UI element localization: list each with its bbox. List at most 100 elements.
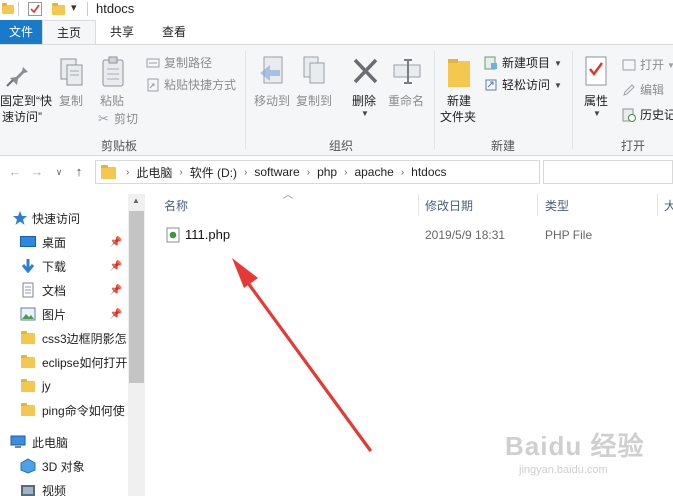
history-button[interactable]: 历史记 xyxy=(622,107,673,123)
breadcrumb-software[interactable]: software xyxy=(250,165,303,179)
column-size[interactable]: 大 xyxy=(664,196,673,216)
nav-item-label: ping命令如何使 xyxy=(42,403,125,418)
nav-this-pc[interactable]: 此电脑 xyxy=(0,430,128,454)
sort-ascending-icon: ︿ xyxy=(283,190,293,201)
easy-access-button[interactable]: 轻松访问 ▼ xyxy=(484,77,562,93)
annotation-arrow-shaft xyxy=(238,270,372,452)
column-separator[interactable] xyxy=(418,194,419,216)
cut-label: 剪切 xyxy=(114,112,139,126)
breadcrumb-apache[interactable]: apache xyxy=(350,165,397,179)
column-separator[interactable] xyxy=(657,194,658,216)
scroll-up-icon[interactable]: ▲ xyxy=(132,196,140,205)
open-icon xyxy=(622,59,636,71)
php-file-icon xyxy=(166,227,180,243)
customize-qat-icon[interactable]: ▾ xyxy=(71,1,77,14)
history-label: 历史记 xyxy=(640,108,673,122)
column-name[interactable]: 名称 xyxy=(164,196,188,216)
nav-quick-access-label: 快速访问 xyxy=(32,211,81,226)
paste-shortcut-label: 粘贴快捷方式 xyxy=(164,78,237,92)
column-date-modified[interactable]: 修改日期 xyxy=(425,196,473,216)
move-to-button[interactable] xyxy=(258,55,290,89)
copy-icon xyxy=(60,58,83,86)
breadcrumb-separator: › xyxy=(126,166,130,178)
forward-arrow-icon[interactable]: → xyxy=(28,163,46,181)
nav-item-pictures[interactable]: 图片 📌 xyxy=(0,302,128,326)
nav-item-desktop[interactable]: 桌面 📌 xyxy=(0,230,128,254)
edit-button[interactable]: 编辑 xyxy=(622,82,664,98)
nav-item-label: eclipse如何打开 xyxy=(42,355,128,370)
folder-icon xyxy=(20,330,36,346)
nav-item-folder[interactable]: css3边框阴影怎 xyxy=(0,326,128,350)
column-separator[interactable] xyxy=(537,194,538,216)
clipboard-group-label: 剪贴板 xyxy=(100,139,137,153)
paste-button[interactable] xyxy=(100,55,128,89)
title-bar: ▾ htdocs xyxy=(0,0,673,20)
nav-item-documents[interactable]: 文档 📌 xyxy=(0,278,128,302)
address-bar[interactable]: › 此电脑 › 软件 (D:) › software › php › apach… xyxy=(95,160,540,184)
open-button[interactable]: 打开 ▼ xyxy=(622,57,673,73)
copy-button[interactable] xyxy=(58,57,86,89)
search-input[interactable] xyxy=(543,160,673,184)
copy-label: 复制 xyxy=(59,94,84,108)
nav-quick-access[interactable]: 快速访问 xyxy=(0,206,128,230)
breadcrumb-separator: › xyxy=(344,166,348,178)
paste-shortcut-button[interactable]: 粘贴快捷方式 xyxy=(146,77,236,93)
breadcrumb-drive-d[interactable]: 软件 (D:) xyxy=(186,164,241,181)
cut-button[interactable]: ✂ 剪切 xyxy=(98,111,138,127)
open-group-label: 打开 xyxy=(620,139,645,153)
nav-item-label: 3D 对象 xyxy=(42,459,85,474)
breadcrumb-php[interactable]: php xyxy=(313,165,341,179)
nav-item-folder[interactable]: jy xyxy=(0,374,128,398)
breadcrumb-separator: › xyxy=(306,166,311,178)
pin-label-line2: 速访问” xyxy=(2,110,42,124)
new-folder-button[interactable] xyxy=(446,57,472,89)
delete-button[interactable] xyxy=(352,57,380,87)
nav-item-videos[interactable]: 视频 xyxy=(0,478,128,496)
tab-home[interactable]: 主页 xyxy=(42,20,96,44)
up-arrow-icon[interactable]: ↑ xyxy=(70,163,88,181)
nav-this-pc-label: 此电脑 xyxy=(32,435,69,450)
tab-share[interactable]: 共享 xyxy=(100,20,144,44)
watermark-url: jingyan.baidu.com xyxy=(519,464,608,476)
nav-item-folder[interactable]: eclipse如何打开 xyxy=(0,350,128,374)
nav-item-label: 下载 xyxy=(42,259,67,274)
folder-icon xyxy=(2,3,14,14)
new-item-label: 新建项目 xyxy=(502,56,551,70)
copy-path-button[interactable]: 复制路径 xyxy=(146,55,212,71)
new-folder-quick-icon[interactable] xyxy=(52,2,66,15)
rename-button[interactable] xyxy=(392,57,424,87)
properties-checkbox-icon[interactable] xyxy=(28,2,42,16)
edit-label: 编辑 xyxy=(640,83,665,97)
window-title: htdocs xyxy=(96,1,135,16)
column-type[interactable]: 类型 xyxy=(545,196,569,216)
nav-item-label: css3边框阴影怎 xyxy=(42,331,127,346)
paste-shortcut-icon xyxy=(147,78,159,92)
rename-icon xyxy=(393,59,421,84)
pin-to-quick-access-button[interactable] xyxy=(2,59,40,89)
nav-item-3d-objects[interactable]: 3D 对象 xyxy=(0,454,128,478)
properties-button[interactable] xyxy=(584,55,610,89)
nav-item-label: 图片 xyxy=(42,307,67,322)
breadcrumb-this-pc[interactable]: 此电脑 xyxy=(132,164,176,181)
tab-file[interactable]: 文件 xyxy=(0,20,42,44)
open-label: 打开 xyxy=(640,58,665,72)
nav-item-downloads[interactable]: 下载 📌 xyxy=(0,254,128,278)
copy-to-button[interactable] xyxy=(300,55,332,89)
back-arrow-icon[interactable]: ← xyxy=(6,163,24,181)
pin-icon: 📌 xyxy=(109,308,122,320)
new-item-button[interactable]: 新建项目 ▼ xyxy=(484,55,562,71)
nav-item-folder[interactable]: ping命令如何使 xyxy=(0,398,128,422)
file-row[interactable]: 111.php 2019/5/9 18:31 PHP File xyxy=(160,224,673,246)
new-item-icon xyxy=(484,56,497,70)
easy-access-icon xyxy=(485,79,497,91)
nav-item-label: jy xyxy=(42,379,51,393)
recent-locations-chevron-icon[interactable]: ∨ xyxy=(50,163,68,181)
breadcrumb-separator: › xyxy=(244,166,248,178)
annotation-arrowhead xyxy=(232,258,258,288)
breadcrumb-htdocs[interactable]: htdocs xyxy=(407,165,450,179)
pin-icon xyxy=(6,62,28,87)
tab-view[interactable]: 查看 xyxy=(152,20,196,44)
nav-pane-scroll-thumb[interactable] xyxy=(129,211,144,383)
folder-icon xyxy=(101,165,117,179)
folder-icon xyxy=(20,402,36,418)
